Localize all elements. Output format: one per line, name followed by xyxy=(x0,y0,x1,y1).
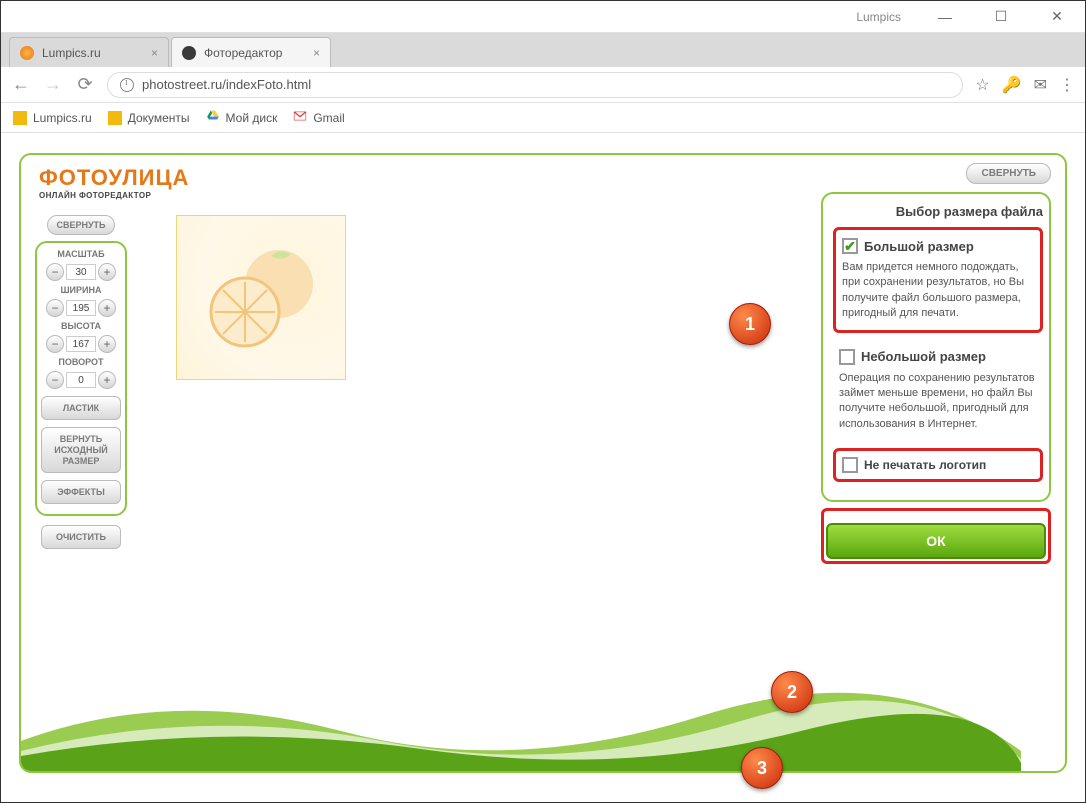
bookmark-gmail[interactable]: Gmail xyxy=(293,109,344,126)
small-size-desc: Операция по сохранению результатов займе… xyxy=(839,371,1037,433)
height-plus-button[interactable]: + xyxy=(98,335,116,353)
height-stepper: − + xyxy=(46,335,116,353)
small-size-title: Небольшой размер xyxy=(861,349,986,364)
orange-fruit-icon xyxy=(201,238,321,358)
rotate-minus-button[interactable]: − xyxy=(46,371,64,389)
close-icon[interactable]: × xyxy=(151,46,158,60)
window-maximize-button[interactable]: ☐ xyxy=(981,3,1021,31)
callout-badge-2: 2 xyxy=(771,671,813,713)
gmail-icon xyxy=(293,109,307,126)
orange-icon xyxy=(20,46,34,60)
bookmark-documents[interactable]: Документы xyxy=(108,111,190,125)
callout-badge-3: 3 xyxy=(741,747,783,789)
tab-label: Lumpics.ru xyxy=(42,46,101,60)
forward-button[interactable]: → xyxy=(43,74,63,95)
back-button[interactable]: ← xyxy=(11,74,31,95)
right-panel: СВЕРНУТЬ Выбор размера файла Большой раз… xyxy=(821,163,1051,564)
address-bar: ← → ⟳ photostreet.ru/indexFoto.html ☆ 🔑 … xyxy=(1,67,1085,103)
height-input[interactable] xyxy=(66,336,96,352)
controls-box: МАСШТАБ − + ШИРИНА − + ВЫСОТА − + xyxy=(35,241,127,516)
url-text: photostreet.ru/indexFoto.html xyxy=(142,77,311,92)
effects-button[interactable]: ЭФФЕКТЫ xyxy=(41,480,121,504)
scale-stepper: − + xyxy=(46,263,116,281)
app-viewport: ФОТОУЛИЦА ОНЛАЙН ФОТОРЕДАКТОР СВЕРНУТЬ М… xyxy=(1,133,1085,803)
rotate-plus-button[interactable]: + xyxy=(98,371,116,389)
app-frame: ФОТОУЛИЦА ОНЛАЙН ФОТОРЕДАКТОР СВЕРНУТЬ М… xyxy=(19,153,1067,773)
no-logo-label: Не печатать логотип xyxy=(864,458,986,472)
logo-text: ФОТОУЛИЦА xyxy=(39,165,189,191)
browser-tab-lumpics[interactable]: Lumpics.ru × xyxy=(9,37,169,67)
close-icon[interactable]: × xyxy=(313,46,320,60)
canvas-area[interactable] xyxy=(176,215,805,731)
window-minimize-button[interactable]: — xyxy=(925,3,965,31)
window-close-button[interactable]: ✕ xyxy=(1037,3,1077,31)
bookmark-label: Gmail xyxy=(313,111,344,125)
small-size-option[interactable]: Небольшой размер Операция по сохранению … xyxy=(833,341,1043,441)
big-size-desc: Вам придется немного подождать, при сохр… xyxy=(842,260,1034,322)
width-input[interactable] xyxy=(66,300,96,316)
width-minus-button[interactable]: − xyxy=(46,299,64,317)
browser-tab-bar: Lumpics.ru × Фоторедактор × xyxy=(1,33,1085,67)
reload-button[interactable]: ⟳ xyxy=(75,74,95,95)
scale-label: МАСШТАБ xyxy=(57,249,104,259)
browser-tab-photoeditor[interactable]: Фоторедактор × xyxy=(171,37,331,67)
clear-button[interactable]: ОЧИСТИТЬ xyxy=(41,525,121,549)
window-title: Lumpics xyxy=(856,10,901,24)
scale-input[interactable] xyxy=(66,264,96,280)
key-icon[interactable]: 🔑 xyxy=(1002,75,1022,95)
rotate-input[interactable] xyxy=(66,372,96,388)
folder-icon xyxy=(108,111,122,125)
drive-icon xyxy=(206,109,220,126)
rotate-label: ПОВОРОТ xyxy=(58,357,103,367)
bookmark-label: Документы xyxy=(128,111,190,125)
big-size-checkbox[interactable] xyxy=(842,238,858,254)
width-plus-button[interactable]: + xyxy=(98,299,116,317)
file-size-panel: Выбор размера файла Большой размер Вам п… xyxy=(821,192,1051,502)
big-size-option[interactable]: Большой размер Вам придется немного подо… xyxy=(833,227,1043,333)
width-label: ШИРИНА xyxy=(61,285,102,295)
window-titlebar: Lumpics — ☐ ✕ xyxy=(1,1,1085,33)
canvas-image[interactable] xyxy=(176,215,346,380)
app-icon xyxy=(182,46,196,60)
bookmark-label: Мой диск xyxy=(226,111,278,125)
reset-size-button[interactable]: ВЕРНУТЬ ИСХОДНЫЙ РАЗМЕР xyxy=(41,427,121,473)
eraser-button[interactable]: ЛАСТИК xyxy=(41,396,121,420)
bookmark-mydrive[interactable]: Мой диск xyxy=(206,109,278,126)
panel-title: Выбор размера файла xyxy=(833,204,1043,219)
big-size-title: Большой размер xyxy=(864,239,974,254)
bookmark-lumpics[interactable]: Lumpics.ru xyxy=(13,111,92,125)
small-size-checkbox[interactable] xyxy=(839,349,855,365)
menu-icon[interactable]: ⋮ xyxy=(1059,75,1075,95)
bookmark-label: Lumpics.ru xyxy=(33,111,92,125)
folder-icon xyxy=(13,111,27,125)
scale-plus-button[interactable]: + xyxy=(98,263,116,281)
no-logo-checkbox[interactable] xyxy=(842,457,858,473)
ok-button-frame: ОК xyxy=(821,508,1051,564)
bookmarks-bar: Lumpics.ru Документы Мой диск Gmail xyxy=(1,103,1085,133)
bookmark-star-icon[interactable]: ☆ xyxy=(975,75,989,95)
collapse-right-button[interactable]: СВЕРНУТЬ xyxy=(966,163,1051,184)
rotate-stepper: − + xyxy=(46,371,116,389)
width-stepper: − + xyxy=(46,299,116,317)
ok-button[interactable]: ОК xyxy=(826,523,1046,559)
address-input[interactable]: photostreet.ru/indexFoto.html xyxy=(107,72,963,98)
scale-minus-button[interactable]: − xyxy=(46,263,64,281)
logo: ФОТОУЛИЦА ОНЛАЙН ФОТОРЕДАКТОР xyxy=(39,165,189,200)
callout-badge-1: 1 xyxy=(729,303,771,345)
logo-subtitle: ОНЛАЙН ФОТОРЕДАКТОР xyxy=(39,191,189,200)
height-minus-button[interactable]: − xyxy=(46,335,64,353)
no-logo-option[interactable]: Не печатать логотип xyxy=(833,448,1043,482)
mail-icon[interactable]: ✉ xyxy=(1034,75,1047,95)
left-panel: СВЕРНУТЬ МАСШТАБ − + ШИРИНА − + ВЫСОТА − xyxy=(35,215,127,549)
info-icon[interactable] xyxy=(120,78,134,92)
collapse-left-button[interactable]: СВЕРНУТЬ xyxy=(47,215,114,235)
tab-label: Фоторедактор xyxy=(204,46,282,60)
height-label: ВЫСОТА xyxy=(61,321,101,331)
